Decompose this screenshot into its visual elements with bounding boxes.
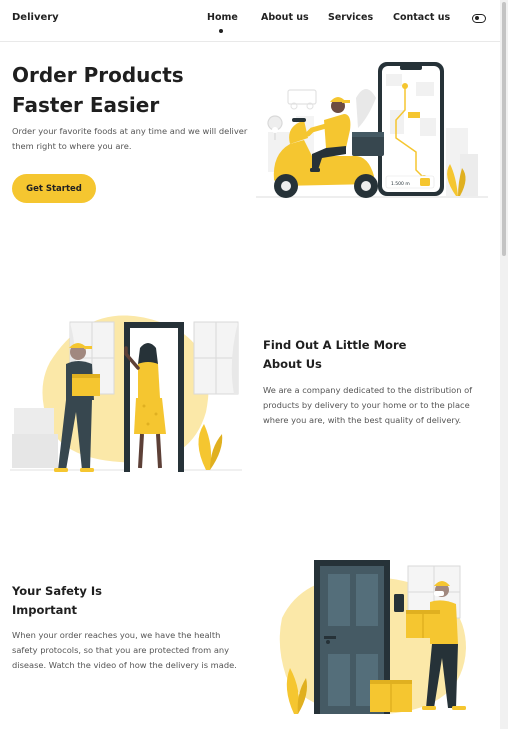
active-nav-indicator [219, 29, 223, 33]
nav-contact-us[interactable]: Contact us [393, 12, 450, 23]
nav-services[interactable]: Services [328, 12, 373, 23]
safety-title-line2: Important [12, 603, 78, 617]
get-started-button[interactable]: Get Started [12, 174, 96, 203]
nav-about-us[interactable]: About us [261, 12, 309, 23]
about-title: Find Out A Little More About Us [263, 336, 406, 374]
doorstep-delivery-illustration [10, 315, 242, 472]
about-title-line1: Find Out A Little More [263, 338, 407, 352]
scrollbar-thumb[interactable] [502, 2, 506, 256]
scooter-delivery-illustration: 1.500 m [256, 62, 488, 198]
about-title-line2: About Us [263, 357, 322, 371]
about-description: We are a company dedicated to the distri… [263, 385, 473, 425]
brand-logo[interactable]: Delivery [12, 12, 59, 23]
safety-title: Your Safety Is Important [12, 582, 102, 620]
top-navbar: Delivery Home About us Services Contact … [0, 0, 500, 42]
phone-distance-label: 1.500 m [391, 181, 410, 187]
safety-title-line1: Your Safety Is [12, 584, 103, 598]
safety-description: When your order reaches you, we have the… [12, 630, 237, 670]
nav-home[interactable]: Home [207, 12, 238, 23]
page-scrollbar[interactable] [500, 0, 508, 729]
hero-title-line1: Order Products [12, 63, 184, 87]
hero-title-line2: Faster Easier [12, 93, 160, 117]
toggle-knob [474, 16, 479, 21]
contactless-delivery-illustration [279, 560, 466, 715]
hero-title: Order Products Faster Easier [12, 60, 252, 120]
theme-toggle-icon[interactable] [472, 14, 486, 23]
hero-description: Order your favorite foods at any time an… [12, 126, 248, 151]
